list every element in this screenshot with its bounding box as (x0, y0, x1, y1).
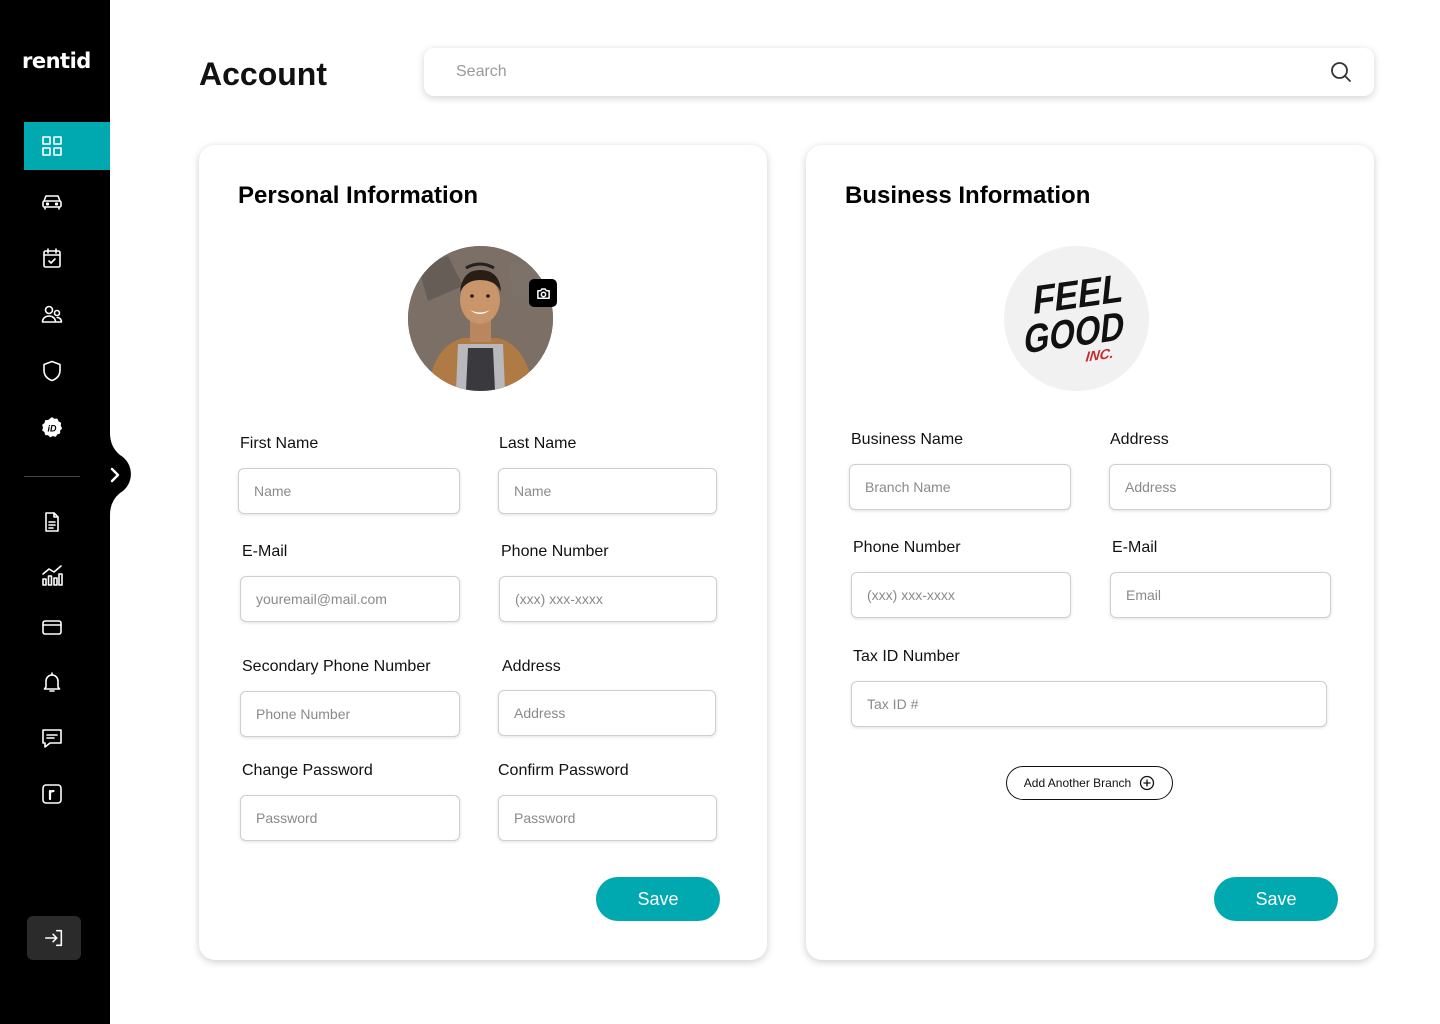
business-email-label: E-Mail (1112, 539, 1158, 556)
business-save-button[interactable]: Save (1214, 877, 1338, 921)
message-icon (42, 729, 62, 748)
sidebar-item-security[interactable] (24, 347, 110, 395)
personal-save-button[interactable]: Save (596, 877, 720, 921)
business-address-label: Address (1110, 431, 1169, 448)
camera-icon (536, 287, 550, 299)
confirm-password-label: Confirm Password (498, 762, 629, 779)
business-information-title: Business Information (845, 182, 1091, 209)
sidebar-item-vehicles[interactable] (24, 178, 110, 226)
search-bar (424, 48, 1374, 96)
analytics-icon (42, 565, 63, 586)
plus-circle-icon (1140, 775, 1155, 791)
sidebar-item-analytics[interactable] (24, 552, 110, 600)
last-name-field[interactable] (498, 468, 717, 514)
secondary-phone-label: Secondary Phone Number (242, 658, 431, 675)
id-badge-icon: iD (42, 417, 62, 438)
first-name-label: First Name (240, 435, 319, 452)
phone-field[interactable] (499, 576, 717, 622)
sidebar-item-notifications[interactable] (24, 658, 110, 706)
sidebar-item-rentid[interactable] (24, 770, 110, 818)
tax-id-field[interactable] (851, 681, 1327, 727)
chevron-right-icon (110, 467, 120, 483)
app-logo: rentid (22, 49, 91, 73)
personal-information-title: Personal Information (238, 182, 479, 209)
grid-icon (42, 136, 62, 156)
business-phone-field[interactable] (851, 572, 1071, 618)
secondary-phone-field[interactable] (240, 691, 460, 737)
car-icon (42, 195, 62, 210)
confirm-password-field[interactable] (498, 795, 717, 841)
logout-icon (44, 929, 63, 947)
wallet-icon (42, 620, 62, 635)
sidebar-item-bookings[interactable] (24, 234, 110, 282)
address-field[interactable] (498, 690, 716, 736)
rentid-r-icon (42, 784, 62, 804)
business-phone-label: Phone Number (853, 539, 961, 556)
email-field[interactable] (240, 576, 460, 622)
email-label: E-Mail (242, 543, 288, 560)
sidebar-item-dashboard[interactable] (24, 122, 110, 170)
logout-button[interactable] (27, 916, 81, 960)
business-name-field[interactable] (849, 464, 1071, 510)
shield-icon (43, 360, 61, 382)
add-branch-label: Add Another Branch (1023, 776, 1132, 790)
last-name-label: Last Name (499, 435, 577, 452)
first-name-field[interactable] (238, 468, 460, 514)
sidebar-collapse-button[interactable] (100, 460, 130, 490)
document-icon (45, 512, 59, 532)
business-email-field[interactable] (1110, 572, 1331, 618)
page-title: Account (199, 56, 327, 92)
business-name-label: Business Name (851, 431, 964, 448)
change-password-field[interactable] (240, 795, 460, 841)
address-label: Address (502, 658, 561, 675)
sidebar-item-payments[interactable] (24, 603, 110, 651)
add-another-branch-button[interactable]: Add Another Branch (1006, 766, 1173, 800)
sidebar-divider (24, 476, 80, 477)
users-icon (41, 305, 63, 323)
change-photo-button[interactable] (529, 279, 557, 307)
tax-id-label: Tax ID Number (853, 648, 960, 665)
bell-icon (43, 672, 61, 692)
profile-avatar (408, 246, 553, 391)
search-icon[interactable] (1328, 59, 1354, 85)
sidebar-item-customers[interactable] (24, 290, 110, 338)
business-logo: FEEL GOOD INC. (1004, 246, 1149, 391)
business-address-field[interactable] (1109, 464, 1331, 510)
calendar-check-icon (43, 248, 61, 268)
change-password-label: Change Password (242, 762, 373, 779)
svg-text:iD: iD (48, 424, 58, 434)
sidebar-item-messages[interactable] (24, 714, 110, 762)
personal-information-card: Personal Information First Name Last Nam… (199, 145, 767, 960)
search-input[interactable] (456, 63, 1328, 81)
business-information-card: Business Information FEEL GOOD INC. Busi… (806, 145, 1374, 960)
phone-label: Phone Number (501, 543, 609, 560)
